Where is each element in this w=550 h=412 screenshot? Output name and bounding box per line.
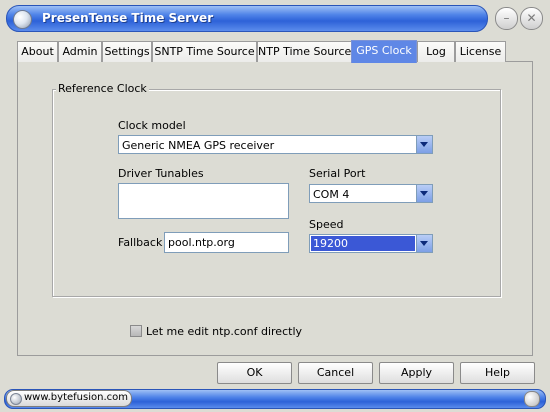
help-button[interactable]: Help: [460, 362, 535, 384]
tab-ntp-time-source[interactable]: NTP Time Source: [257, 41, 352, 62]
bytefusion-link-text[interactable]: www.bytefusion.com: [24, 391, 128, 405]
clock-model-dropdown[interactable]: Generic NMEA GPS receiver: [118, 135, 433, 154]
fallback-label: Fallback: [118, 236, 163, 249]
fallback-input[interactable]: pool.ntp.org: [164, 232, 289, 253]
globe-icon: [10, 393, 22, 405]
speed-label: Speed: [309, 218, 344, 231]
speed-dropdown[interactable]: 19200: [309, 234, 433, 253]
tab-settings[interactable]: Settings: [102, 41, 152, 62]
tab-about[interactable]: About: [17, 41, 58, 62]
apply-button[interactable]: Apply: [379, 362, 454, 384]
ok-button[interactable]: OK: [217, 362, 292, 384]
chevron-down-icon[interactable]: [416, 136, 432, 153]
app-orb-icon: [13, 10, 32, 29]
cancel-button[interactable]: Cancel: [298, 362, 373, 384]
clock-model-label: Clock model: [118, 119, 186, 132]
edit-ntpconf-checkbox[interactable]: [130, 325, 142, 337]
clock-model-value: Generic NMEA GPS receiver: [122, 139, 275, 152]
tab-sntp-time-source[interactable]: SNTP Time Source: [152, 41, 257, 62]
driver-tunables-label: Driver Tunables: [118, 167, 204, 180]
reference-clock-label: Reference Clock: [56, 82, 149, 95]
tab-license[interactable]: License: [455, 41, 506, 62]
title-capsule[interactable]: PresenTense Time Server: [6, 5, 488, 32]
resize-grip-icon[interactable]: [524, 391, 540, 407]
speed-value: 19200: [311, 236, 415, 251]
title-bar[interactable]: PresenTense Time Server – ✕: [0, 0, 550, 36]
tab-gps-clock[interactable]: GPS Clock: [351, 40, 417, 63]
driver-tunables-input[interactable]: [118, 183, 289, 219]
chevron-down-icon[interactable]: [416, 235, 432, 252]
bytefusion-link[interactable]: www.bytefusion.com: [6, 390, 132, 407]
chevron-down-icon[interactable]: [416, 185, 432, 202]
tab-log[interactable]: Log: [417, 41, 455, 62]
edit-ntpconf-label[interactable]: Let me edit ntp.conf directly: [146, 325, 302, 338]
tab-admin[interactable]: Admin: [58, 41, 102, 62]
close-button[interactable]: ✕: [520, 7, 543, 30]
minimize-button[interactable]: –: [495, 7, 518, 30]
serial-port-dropdown[interactable]: COM 4: [309, 184, 433, 203]
window-title: PresenTense Time Server: [42, 11, 214, 25]
serial-port-label: Serial Port: [309, 167, 366, 180]
serial-port-value: COM 4: [313, 188, 350, 201]
